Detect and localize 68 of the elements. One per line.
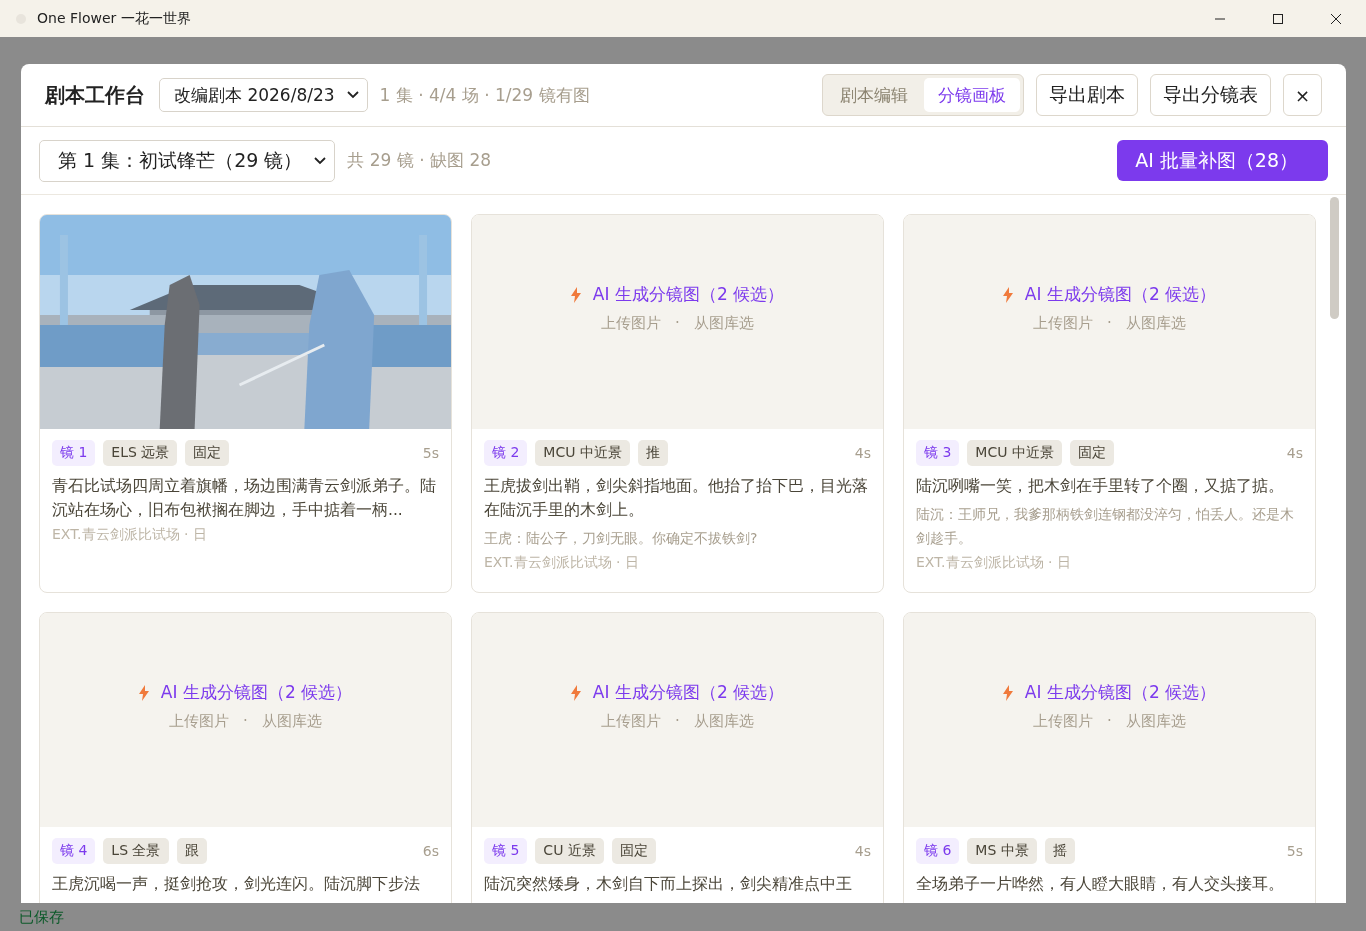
episode-stats: 共 29 镜 · 缺图 28 (347, 149, 492, 172)
shot-size-tag: MCU 中近景 (535, 440, 630, 466)
view-tab[interactable]: 分镜画板 (924, 78, 1020, 112)
save-status: 已保存 (19, 907, 64, 927)
shot-number-tag: 镜 5 (484, 838, 528, 864)
scene-location: EXT.青云剑派比试场 · 日 (916, 554, 1072, 572)
duration-label: 4s (854, 843, 871, 859)
shot-size-tag: CU 近景 (535, 838, 604, 864)
ai-generate-button[interactable]: AI 生成分镜图（2 候选） (1002, 681, 1217, 704)
shot-description: 陆沉咧嘴一笑，把木剑在手里转了个圈，又掂了掂。 (916, 476, 1285, 497)
separator-dot: · (675, 314, 680, 333)
shot-description: 全场弟子一片哗然，有人瞪大眼睛，有人交头接耳。 (916, 874, 1285, 895)
separator-dot: · (1107, 314, 1112, 333)
shot-number-tag: 镜 2 (484, 440, 528, 466)
window-title: One Flower 一花一世界 (37, 9, 191, 28)
scrollbar-thumb[interactable] (1330, 197, 1339, 319)
close-button[interactable]: × (1283, 74, 1322, 116)
lightning-icon (138, 684, 149, 701)
duration-label: 5s (422, 445, 439, 461)
camera-move-tag: 摇 (1044, 838, 1075, 864)
chevron-down-icon (346, 91, 359, 99)
close-icon[interactable] (1330, 12, 1342, 25)
scene-location: EXT.青云剑派比试场 · 日 (484, 554, 640, 572)
shot-size-tag: MCU 中近景 (967, 440, 1062, 466)
export-button[interactable]: 导出分镜表 (1150, 74, 1271, 116)
view-tab[interactable]: 剧本编辑 (826, 78, 922, 112)
camera-move-tag: 推 (637, 440, 668, 466)
duration-label: 6s (422, 843, 439, 859)
shot-description: 王虎拔剑出鞘，剑尖斜指地面。他抬了抬下巴，目光落在陆沉手里的木剑上。 (484, 476, 869, 521)
dialogue-text: 王虎：陆公子，刀剑无眼。你确定不拔铁剑? (484, 529, 759, 548)
shot-number-tag: 镜 4 (52, 838, 96, 864)
shot-size-tag: ELS 远景 (103, 440, 178, 466)
camera-move-tag: 固定 (611, 838, 656, 864)
camera-move-tag: 固定 (185, 440, 230, 466)
separator-dot: · (243, 712, 248, 731)
ai-generate-button[interactable]: AI 生成分镜图（2 候选） (1002, 283, 1217, 306)
batch-generate-button[interactable]: AI 批量补图（28） (1117, 140, 1328, 181)
shot-size-tag: MS 中景 (967, 838, 1037, 864)
duration-label: 5s (1286, 843, 1303, 859)
shot-number-tag: 镜 3 (916, 440, 960, 466)
ai-generate-button[interactable]: AI 生成分镜图（2 候选） (570, 681, 785, 704)
shot-number-tag: 镜 6 (916, 838, 960, 864)
shot-description: 青石比试场四周立着旗幡，场边围满青云剑派弟子。陆沉站在场心，旧布包袱搁在脚边，手中掂着一柄... (52, 476, 437, 521)
lightning-icon (1002, 684, 1013, 701)
lightning-icon (1002, 286, 1013, 303)
separator-dot: · (1107, 712, 1112, 731)
dialogue-text: 陆沉：王师兄，我爹那柄铁剑连钢都没淬匀，怕丢人。还是木剑趁手。 (916, 505, 1295, 548)
lightning-icon (570, 684, 581, 701)
dialog-title: 剧本工作台 (45, 81, 145, 109)
lightning-icon (570, 286, 581, 303)
shot-size-tag: LS 全景 (103, 838, 169, 864)
maximize-icon[interactable] (1272, 12, 1284, 25)
script-stats: 1 集 · 4/4 场 · 1/29 镜有图 (379, 83, 590, 107)
scene-location: EXT.青云剑派比试场 · 日 (52, 526, 208, 544)
shot-number-tag: 镜 1 (52, 440, 96, 466)
episode-select[interactable]: 第 1 集：初试锋芒（29 镜） (39, 139, 336, 182)
script-select[interactable]: 改编剧本 2026/8/23 (159, 78, 368, 112)
separator-dot: · (675, 712, 680, 731)
export-button[interactable]: 导出剧本 (1036, 74, 1138, 116)
camera-move-tag: 固定 (1069, 440, 1114, 466)
camera-move-tag: 跟 (176, 838, 207, 864)
duration-label: 4s (854, 445, 871, 461)
ai-generate-button[interactable]: AI 生成分镜图（2 候选） (138, 681, 353, 704)
ai-generate-button[interactable]: AI 生成分镜图（2 候选） (570, 283, 785, 306)
shot-description: 陆沉突然矮身，木剑自下而上探出，剑尖精准点中王 (484, 874, 853, 895)
chevron-down-icon (314, 156, 327, 165)
shot-description: 王虎沉喝一声，挺剑抢攻，剑光连闪。陆沉脚下步法 (52, 874, 421, 895)
duration-label: 4s (1286, 445, 1303, 461)
